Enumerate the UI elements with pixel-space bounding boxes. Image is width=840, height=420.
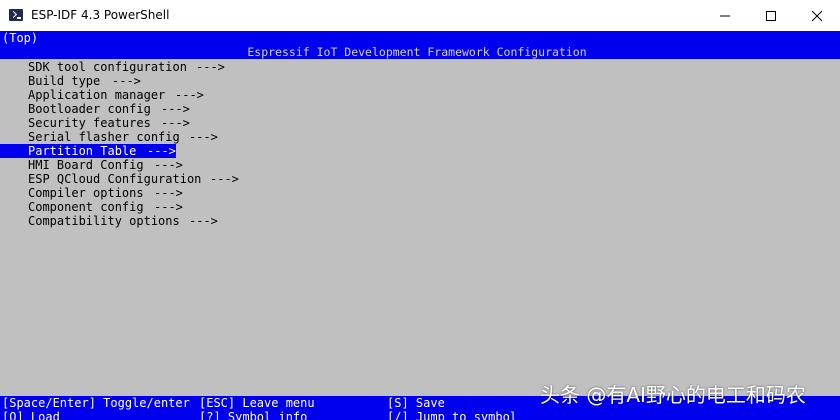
menu-item-label: Partition Table [28,144,137,158]
submenu-arrow: ---> [189,214,218,228]
menu-item-label: Compatibility options [28,214,180,228]
powershell-icon [9,9,23,21]
keybinding-jump-to-symbol[interactable]: [/] Jump to symbol [387,410,517,420]
menuconfig-menu: SDK tool configuration ---> Build type --->… [0,60,840,228]
submenu-arrow: ---> [161,102,190,116]
menu-item-label: Serial flasher config [28,130,180,144]
menuconfig-header-bar: Espressif IoT Development Framework Conf… [0,45,840,59]
maximize-button[interactable] [748,0,794,31]
menu-item[interactable]: Component config ---> [0,200,840,214]
menu-item[interactable]: Compiler options ---> [0,186,840,200]
submenu-arrow: ---> [112,74,141,88]
menu-item[interactable]: Security features ---> [0,116,840,130]
keybinding-leave-menu[interactable]: [ESC] Leave menu [199,396,315,410]
keybinding-load[interactable]: [O] Load [2,410,60,420]
menuconfig-header: Espressif IoT Development Framework Conf… [247,45,587,59]
maximize-icon [766,11,776,21]
menu-item[interactable]: HMI Board Config ---> [0,158,840,172]
watermark: 头条 @有AI野心的电工和码农 [540,383,806,407]
submenu-arrow: ---> [154,200,183,214]
window-titlebar[interactable]: ESP-IDF 4.3 PowerShell [0,0,840,31]
menu-item[interactable]: Bootloader config ---> [0,102,840,116]
keybinding-symbol-info[interactable]: [?] Symbol info [199,410,307,420]
close-icon [811,10,823,22]
keybinding-save[interactable]: [S] Save [387,396,445,410]
menu-item[interactable]: ESP QCloud Configuration ---> [0,172,840,186]
menu-item[interactable]: Build type ---> [0,74,840,88]
menu-item[interactable]: Compatibility options ---> [0,214,840,228]
scroll-indicator-bar: (Top) [0,31,840,45]
menu-item[interactable]: Serial flasher config ---> [0,130,840,144]
menu-item-label: ESP QCloud Configuration [28,172,202,186]
menu-item-label: Bootloader config [28,102,151,116]
minimize-icon [720,15,730,17]
menu-item-label: Security features [28,116,151,130]
submenu-arrow: ---> [154,158,183,172]
keybinding-toggle-enter[interactable]: [Space/Enter] Toggle/enter [2,396,190,410]
submenu-arrow: ---> [154,186,183,200]
submenu-arrow: ---> [196,60,225,74]
menu-item-label: Component config [28,200,144,214]
menu-item-label: Build type [28,74,101,88]
menu-item[interactable]: Application manager ---> [0,88,840,102]
window-title: ESP-IDF 4.3 PowerShell [31,8,170,22]
submenu-arrow: ---> [189,130,218,144]
menu-item-label: Compiler options [28,186,144,200]
terminal-screen[interactable]: (Top) Espressif IoT Development Framewor… [0,31,840,420]
menu-item-label: Application manager [28,88,166,102]
submenu-arrow: ---> [175,88,204,102]
menu-item-label: HMI Board Config [28,158,144,172]
close-button[interactable] [794,0,840,31]
menu-item-label: SDK tool configuration [28,60,187,74]
submenu-arrow: ---> [210,172,239,186]
minimize-button[interactable] [702,0,748,31]
menu-item[interactable]: Partition Table ---> [0,144,840,158]
submenu-arrow: ---> [147,144,176,158]
menu-item[interactable]: SDK tool configuration ---> [0,60,840,74]
scroll-indicator: (Top) [2,31,39,45]
submenu-arrow: ---> [161,116,190,130]
